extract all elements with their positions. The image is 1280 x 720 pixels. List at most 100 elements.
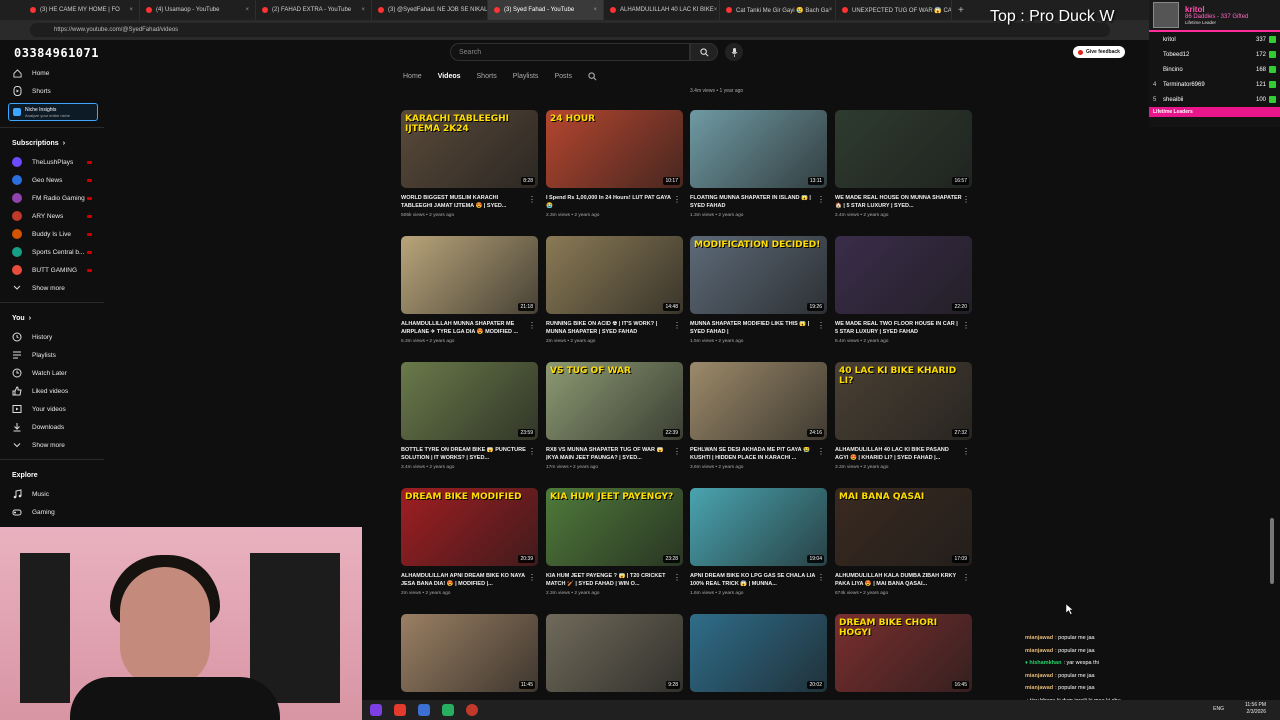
video-card[interactable]: 40 LAC KI BIKE KHARID LI? 27:32 ALHAMDULIL… (835, 362, 972, 470)
sidebar-item-subscription[interactable]: Sports Central b... (0, 243, 104, 261)
browser-tab[interactable]: (2) FAHAD EXTRA - YouTube × (256, 0, 372, 20)
video-card[interactable]: DREAM BIKE CHORI HOGYI 16:45 (835, 614, 972, 692)
video-title[interactable]: WE MADE REAL TWO FLOOR HOUSE IN CAR | 5 … (835, 321, 972, 337)
video-title[interactable]: RX8 VS MUNNA SHAPATER TUG OF WAR 😱 |KYA … (546, 447, 683, 463)
language-indicator[interactable]: ENG (1213, 706, 1224, 712)
video-thumbnail[interactable]: 13:11 (690, 110, 827, 188)
tab-videos[interactable]: Videos (438, 73, 461, 80)
sidebar-item-subscription[interactable]: Buddy Is Live (0, 225, 104, 243)
app-icon[interactable] (394, 704, 406, 716)
video-card[interactable]: 24 HOUR 10:17 I Spend Rs 1,00,000 In 24 Ho… (546, 110, 683, 218)
video-thumbnail[interactable]: 21:18 (401, 236, 538, 314)
video-card[interactable]: KIA HUM JEET PAYENGY? 23:28 KIA HUM JEET P… (546, 488, 683, 596)
sidebar-item-music[interactable]: Music (0, 485, 104, 503)
more-vert-icon[interactable]: ⋮ (673, 573, 681, 582)
video-card[interactable]: VS TUG OF WAR 22:39 RX8 VS MUNNA SHAPATER … (546, 362, 683, 470)
more-vert-icon[interactable]: ⋮ (528, 321, 536, 330)
video-thumbnail[interactable]: KIA HUM JEET PAYENGY? 23:28 (546, 488, 683, 566)
sidebar-item-home[interactable]: Home (0, 64, 104, 82)
video-card[interactable]: MAI BANA QASAI 17:09 ALHUMDULILLAH KALA DU… (835, 488, 972, 596)
video-card[interactable]: 21:18 ALHAMDULLILLAH MUNNA SHAPATER ME AI… (401, 236, 538, 344)
more-vert-icon[interactable]: ⋮ (817, 573, 825, 582)
more-vert-icon[interactable]: ⋮ (962, 321, 970, 330)
video-title[interactable]: MUNNA SHAPATER MODIFIED LIKE THIS 😱 | SY… (690, 321, 827, 337)
browser-tab[interactable]: (3) @SyedFahad. NE JOB SE NIKAL× (372, 0, 488, 20)
more-vert-icon[interactable]: ⋮ (962, 195, 970, 204)
video-thumbnail[interactable]: DREAM BIKE MODIFIED 20:39 (401, 488, 538, 566)
more-vert-icon[interactable]: ⋮ (528, 195, 536, 204)
more-vert-icon[interactable]: ⋮ (528, 447, 536, 456)
close-icon[interactable]: × (361, 7, 365, 13)
video-title[interactable]: ALHUMDULILLAH KALA DUMBA ZIBAH KRKY PAKA… (835, 573, 972, 589)
video-card[interactable]: MODIFICATION DECIDED! 19:26 MUNNA SHAPATER… (690, 236, 827, 344)
subscriptions-heading[interactable]: Subscriptions › (0, 133, 104, 153)
sidebar-item-watch-later[interactable]: Watch Later (0, 364, 104, 382)
more-vert-icon[interactable]: ⋮ (528, 573, 536, 582)
tab-playlists[interactable]: Playlists (513, 73, 539, 80)
browser-tab[interactable]: Cat Tanki Me Gir Gayi 😢 Bach Ga × (720, 0, 836, 20)
more-vert-icon[interactable]: ⋮ (962, 573, 970, 582)
sidebar-item-your-videos[interactable]: Your videos (0, 400, 104, 418)
video-title[interactable]: ALHAMDULLILLAH MUNNA SHAPATER ME AIRPLAN… (401, 321, 538, 337)
video-card[interactable]: 20:02 (690, 614, 827, 692)
video-title[interactable]: KIA HUM JEET PAYENGE ? 😱 | T20 CRICKET M… (546, 573, 683, 589)
browser-tab[interactable]: (4) Usamaop - YouTube × (140, 0, 256, 20)
more-vert-icon[interactable]: ⋮ (817, 195, 825, 204)
video-title[interactable]: PEHLWAN SE DESI AKHADA ME PIT GAYA 😭 KUS… (690, 447, 827, 463)
give-feedback-button[interactable]: Give feedback (1073, 46, 1125, 58)
channel-search-icon[interactable] (588, 71, 597, 81)
browser-tab[interactable]: UNEXPECTED TUG OF WAR 😱 CA× (836, 0, 952, 20)
more-vert-icon[interactable]: ⋮ (817, 321, 825, 330)
more-vert-icon[interactable]: ⋮ (673, 447, 681, 456)
video-thumbnail[interactable]: 11:45 (401, 614, 538, 692)
video-thumbnail[interactable]: DREAM BIKE CHORI HOGYI 16:45 (835, 614, 972, 692)
browser-tab[interactable]: (3) HE CAME MY HOME | FO × (24, 0, 140, 20)
video-title[interactable]: RUNNING BIKE ON ACID ☢ | IT'S WORK? | MU… (546, 321, 683, 337)
video-card[interactable]: 14:48 RUNNING BIKE ON ACID ☢ | IT'S WORK?… (546, 236, 683, 344)
sidebar-item-shorts[interactable]: Shorts (0, 82, 104, 100)
clock[interactable]: 11:56 PM 2/3/2026 (1245, 702, 1266, 716)
video-card[interactable]: 9:28 (546, 614, 683, 692)
sidebar-item-gaming[interactable]: Gaming (0, 503, 104, 521)
tab-posts[interactable]: Posts (554, 73, 572, 80)
subscriptions-show-more[interactable]: Show more (0, 279, 104, 297)
video-thumbnail[interactable]: 22:20 (835, 236, 972, 314)
browser-tab[interactable]: ALHAMDULILLAH 40 LAC KI BIKE × (604, 0, 720, 20)
tab-home[interactable]: Home (403, 73, 422, 80)
close-icon[interactable]: × (593, 7, 597, 13)
video-thumbnail[interactable]: 40 LAC KI BIKE KHARID LI? 27:32 (835, 362, 972, 440)
video-thumbnail[interactable]: KARACHI TABLEEGHI IJTEMA 2K24 8:28 (401, 110, 538, 188)
video-thumbnail[interactable]: 20:02 (690, 614, 827, 692)
app-icon[interactable] (466, 704, 478, 716)
video-thumbnail[interactable]: 19:04 (690, 488, 827, 566)
sidebar-item-playlists[interactable]: Playlists (0, 346, 104, 364)
more-vert-icon[interactable]: ⋮ (673, 321, 681, 330)
video-title[interactable]: WE MADE REAL HOUSE ON MUNNA SHAPATER 🏠 |… (835, 195, 972, 211)
more-vert-icon[interactable]: ⋮ (673, 195, 681, 204)
video-card[interactable]: 24:16 PEHLWAN SE DESI AKHADA ME PIT GAYA … (690, 362, 827, 470)
video-thumbnail[interactable]: 9:28 (546, 614, 683, 692)
video-card[interactable]: 22:20 WE MADE REAL TWO FLOOR HOUSE IN CAR… (835, 236, 972, 344)
video-title[interactable]: BOTTLE TYRE ON DREAM BIKE 😱 PUNCTURE SOL… (401, 447, 538, 463)
video-card[interactable]: 13:11 FLOATING MUNNA SHAPATER IN ISLAND 😱… (690, 110, 827, 218)
page-scrollbar[interactable] (1270, 518, 1274, 584)
close-icon[interactable]: × (829, 7, 833, 13)
app-icon[interactable] (370, 704, 382, 716)
voice-search-button[interactable] (725, 43, 743, 61)
video-card[interactable]: 16:57 WE MADE REAL HOUSE ON MUNNA SHAPATE… (835, 110, 972, 218)
video-thumbnail[interactable]: 23:59 (401, 362, 538, 440)
you-heading[interactable]: You › (0, 308, 104, 328)
sidebar-item-subscription[interactable]: ARY News (0, 207, 104, 225)
video-title[interactable]: APNI DREAM BIKE KO LPG GAS SE CHALA LIA … (690, 573, 827, 589)
sidebar-item-subscription[interactable]: Geo News (0, 171, 104, 189)
video-thumbnail[interactable]: MODIFICATION DECIDED! 19:26 (690, 236, 827, 314)
close-icon[interactable]: × (129, 7, 133, 13)
close-icon[interactable]: × (245, 7, 249, 13)
sidebar-item-subscription[interactable]: TheLushPlays (0, 153, 104, 171)
tab-shorts[interactable]: Shorts (477, 73, 497, 80)
niche-insights-widget[interactable]: Niche Insights Analyze your entire niche (8, 103, 98, 121)
app-icon[interactable] (418, 704, 430, 716)
url-field[interactable]: https://www.youtube.com/@SyedFahad/video… (30, 23, 1110, 37)
sidebar-item-like[interactable]: Liked videos (0, 382, 104, 400)
app-icon[interactable] (442, 704, 454, 716)
